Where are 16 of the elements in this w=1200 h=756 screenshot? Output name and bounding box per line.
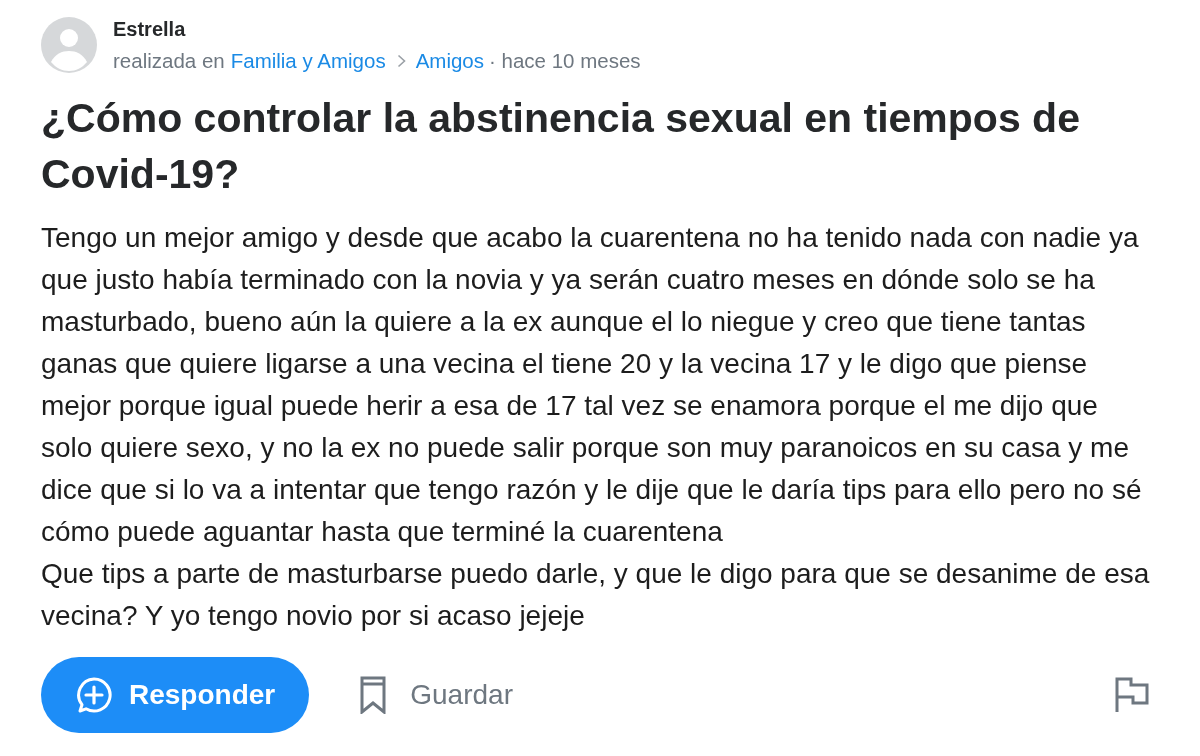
question-title: ¿Cómo controlar la abstinencia sexual en tiempos de Covid-19? xyxy=(41,94,1081,199)
subcategory-link[interactable]: Amigos xyxy=(415,49,484,73)
question-text: Que tips a parte de masturbarse puedo darle, y que le digo para que se desanime de esa vecina? Y yo tengo novio por si acaso jejeje xyxy=(41,557,1151,633)
chevron-icon xyxy=(396,54,406,68)
category-link[interactable]: Familia y Amigos xyxy=(230,49,386,73)
answer-button[interactable]: Responder xyxy=(41,657,310,733)
meta-text: realizada en xyxy=(113,49,225,73)
chat-plus-icon xyxy=(75,676,113,714)
question-text: Tengo un mejor amigo y desde que acabo la cuarentena no ha tenido nada con nadie ya que justo había terminado con la novia y ya serán cuatro meses en dónde solo se ha masturbado, bueno aún la quiere a la ex aunque el lo niegue y creo que tiene tantas ganas que quiere ligarse a una vecina el tiene 20 y la vecina 17 y le digo que piense mejor porque igual puede herir a esa de 17 tal vez se enamora porque el me dijo que solo quiere sexo, y no la ex no puede salir porque son muy paranoicos en su casa y me dice que si lo va a intentar que tengo razón y le dije que le daría tips para ello pero no sé cómo puede aguantar hasta que terminé la cuarentena xyxy=(41,221,1143,549)
author-name: Estrella xyxy=(113,17,187,41)
flag-icon xyxy=(1115,677,1149,713)
avatar-icon xyxy=(41,17,97,73)
bookmark-icon xyxy=(360,676,387,714)
time-text: · hace 10 meses xyxy=(489,49,641,73)
save-button[interactable]: Guardar xyxy=(360,676,513,714)
report-button[interactable] xyxy=(1115,677,1149,713)
